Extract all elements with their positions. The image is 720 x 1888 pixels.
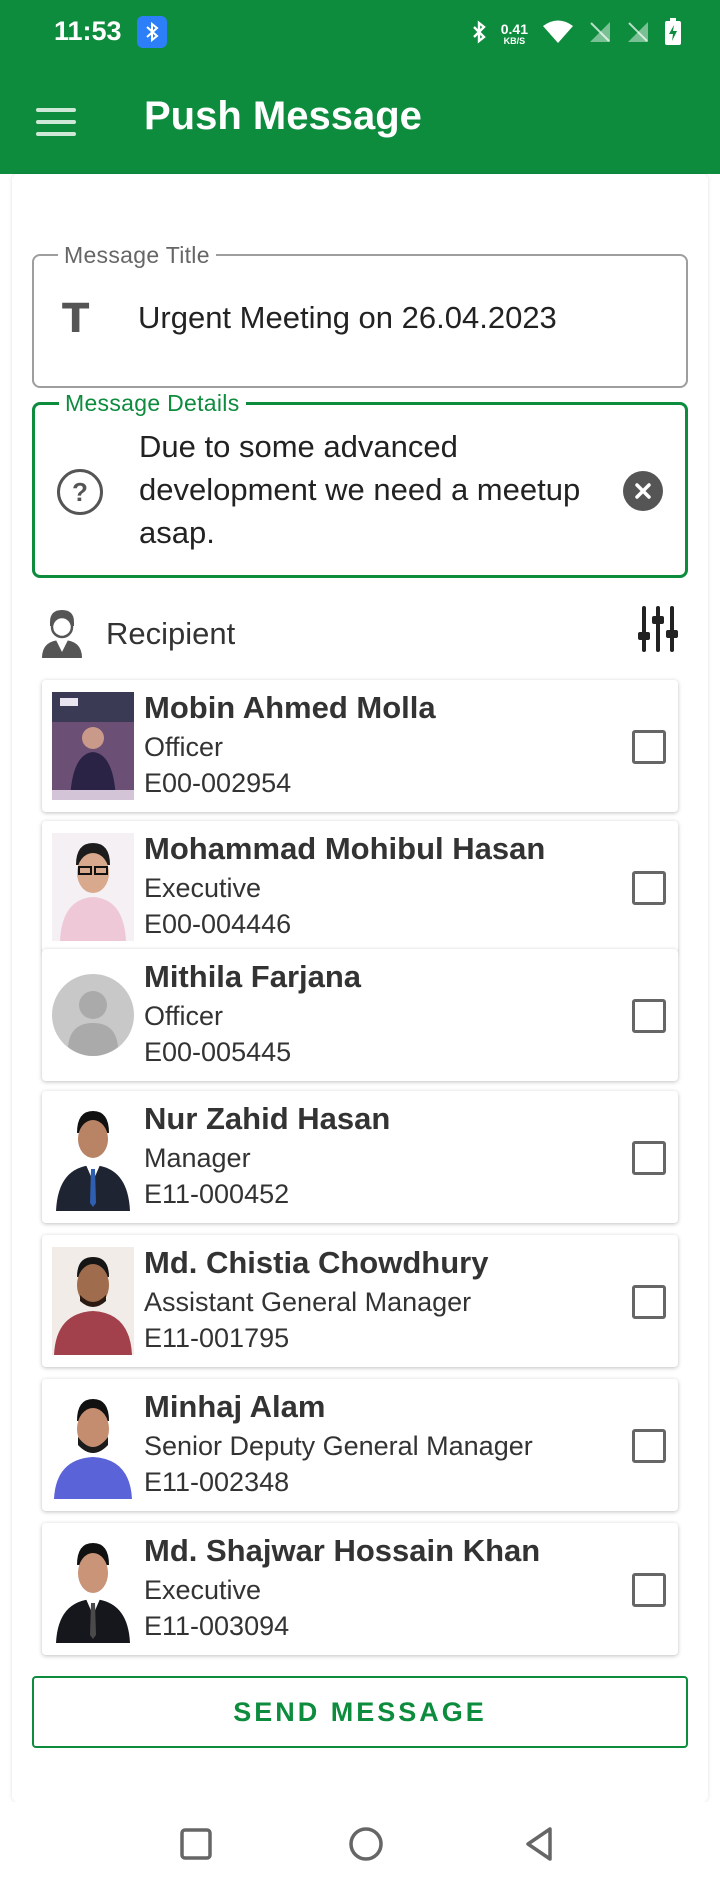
recipient-card[interactable]: Md. Shajwar Hossain Khan Executive E11-0… [42,1523,678,1655]
message-title-field[interactable]: Message Title T Urgent Meeting on 26.04.… [32,242,688,388]
recipient-card[interactable]: Mobin Ahmed Molla Officer E00-002954 [42,680,678,812]
recipient-card[interactable]: Nur Zahid Hasan Manager E11-000452 [42,1091,678,1223]
recipient-card[interactable]: Mohammad Mohibul Hasan Executive E00-004… [42,821,678,953]
recipient-checkbox[interactable] [632,730,666,764]
message-title-label: Message Title [58,242,216,269]
avatar [52,833,134,941]
help-circle-icon: ? [57,469,103,515]
recents-icon[interactable] [176,1824,216,1864]
recipient-checkbox[interactable] [632,1141,666,1175]
recipient-role: Executive [144,1575,262,1605]
signal-off-icon-2 [626,20,650,49]
recipient-role: Officer [144,732,224,762]
battery-charging-icon [664,18,682,51]
avatar [52,1103,134,1211]
recipient-role: Manager [144,1143,251,1173]
recipient-code: E00-005445 [144,1037,292,1067]
recipient-name: Md. Chistia Chowdhury [144,1245,489,1280]
message-details-field[interactable]: Message Details ? Due to some advanced d… [32,390,688,578]
recipient-name: Mobin Ahmed Molla [144,690,436,725]
recipient-card[interactable]: Md. Chistia Chowdhury Assistant General … [42,1235,678,1367]
recipient-name: Mithila Farjana [144,959,362,994]
recipient-name: Mohammad Mohibul Hasan [144,831,546,866]
clear-text-icon[interactable] [623,471,663,511]
top-bar: 11:53 0.41 KB/S Push Message [0,0,720,174]
recipient-code: E00-004446 [144,909,292,939]
recipient-code: E11-002348 [144,1467,290,1497]
signal-off-icon-1 [588,20,612,49]
recipient-role: Senior Deputy General Manager [144,1431,533,1461]
avatar [52,961,134,1069]
avatar [52,1247,134,1355]
network-speed-unit: KB/S [503,35,526,46]
recipient-card[interactable]: Minhaj Alam Senior Deputy General Manage… [42,1379,678,1511]
recipient-checkbox[interactable] [632,1429,666,1463]
back-icon[interactable] [520,1824,560,1864]
person-icon [40,608,84,663]
page-title: Push Message [144,94,422,138]
message-details-input[interactable]: Due to some advanced development we need… [139,425,619,554]
status-bar: 11:53 0.41 KB/S [0,0,720,66]
network-speed-value: 0.41 [500,20,528,37]
home-icon[interactable] [346,1824,386,1864]
recipient-name: Minhaj Alam [144,1389,326,1424]
recipient-card[interactable]: Mithila Farjana Officer E00-005445 [42,949,678,1081]
avatar [52,1535,134,1643]
network-speed: 0.41 KB/S [500,20,528,47]
recipient-label: Recipient [106,616,236,651]
text-format-icon: T [62,296,90,342]
recipient-checkbox[interactable] [632,1573,666,1607]
recipient-code: E11-001795 [144,1323,290,1353]
filter-sliders-icon[interactable] [636,606,680,657]
bluetooth-notification-icon [137,16,167,48]
message-title-input[interactable]: Urgent Meeting on 26.04.2023 [138,300,557,336]
avatar [52,692,134,800]
recipient-code: E00-002954 [144,768,292,798]
status-time: 11:53 [54,16,122,46]
send-message-button[interactable]: SEND MESSAGE [32,1676,688,1748]
wifi-icon [542,20,574,49]
recipient-code: E11-003094 [144,1611,290,1641]
recipient-code: E11-000452 [144,1179,290,1209]
recipient-name: Nur Zahid Hasan [144,1101,391,1136]
recipient-role: Officer [144,1001,224,1031]
message-details-label: Message Details [59,390,246,417]
push-message-screen: 11:53 0.41 KB/S Push Message Message Tit… [0,0,720,1888]
recipient-checkbox[interactable] [632,1285,666,1319]
recipient-role: Assistant General Manager [144,1287,472,1317]
recipient-header: Recipient [40,606,680,662]
app-bar: Push Message [0,66,720,174]
avatar [52,1391,134,1499]
status-icons: 0.41 KB/S [471,18,682,51]
system-nav-bar [0,1802,720,1888]
hamburger-menu-icon[interactable] [30,102,82,142]
recipient-checkbox[interactable] [632,871,666,905]
recipient-checkbox[interactable] [632,999,666,1033]
recipient-role: Executive [144,873,262,903]
recipient-name: Md. Shajwar Hossain Khan [144,1533,541,1568]
bluetooth-icon [471,20,487,49]
